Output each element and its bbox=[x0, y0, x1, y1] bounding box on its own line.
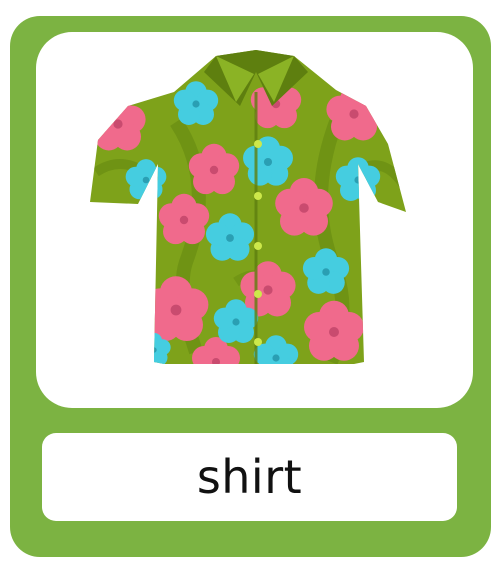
word-label-panel: shirt bbox=[42, 433, 457, 521]
image-panel bbox=[36, 32, 473, 408]
hawaiian-shirt-illustration bbox=[90, 50, 406, 364]
word-label: shirt bbox=[196, 450, 303, 504]
